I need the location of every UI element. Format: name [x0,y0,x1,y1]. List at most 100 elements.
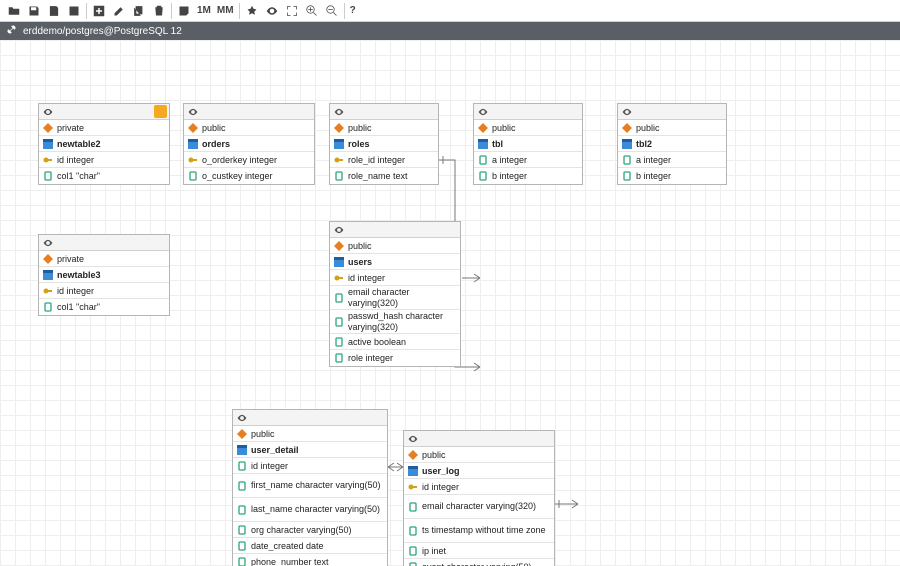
visibility-icon[interactable] [262,1,282,21]
column-row[interactable]: b integer [618,168,726,184]
edit-icon[interactable] [109,1,129,21]
open-icon[interactable] [4,1,24,21]
table-name: roles [348,139,434,149]
table-tbl2[interactable]: publictbl2a integerb integer [617,103,727,185]
column-row[interactable]: id integer [404,479,554,495]
column-label: first_name character varying(50) [251,480,383,490]
save-icon[interactable] [24,1,44,21]
eye-icon[interactable] [43,238,53,248]
eye-icon[interactable] [334,225,344,235]
column-label: id integer [348,273,456,283]
table-name: user_detail [251,445,383,455]
column-label: col1 "char" [57,302,165,312]
column-row[interactable]: ip inet [404,543,554,559]
column-row[interactable]: a integer [618,152,726,168]
separator [239,3,240,19]
eye-icon[interactable] [478,107,488,117]
delete-icon[interactable] [149,1,169,21]
table-header[interactable] [330,104,438,120]
column-row[interactable]: col1 "char" [39,168,169,184]
eye-icon[interactable] [43,107,53,117]
column-row[interactable]: email character varying(320) [330,286,460,310]
note-icon[interactable] [174,1,194,21]
note-icon[interactable] [154,105,167,118]
column-row[interactable]: ts timestamp without time zone [404,519,554,543]
help-button[interactable]: ? [347,1,359,21]
column-row[interactable]: id integer [39,152,169,168]
schema-name: public [202,123,310,133]
copy-icon[interactable] [129,1,149,21]
table-icon [188,139,198,149]
image-icon[interactable] [64,1,84,21]
table-icon [43,139,53,149]
column-row[interactable]: phone_number text [233,554,387,566]
table-header[interactable] [330,222,460,238]
titlebar: erddemo/postgres@PostgreSQL 12 [0,22,900,40]
table-header[interactable] [618,104,726,120]
table-roles[interactable]: publicrolesrole_id integerrole_name text [329,103,439,185]
primary-key-icon [43,155,53,165]
table-header[interactable] [404,431,554,447]
table-name: tbl2 [636,139,722,149]
eye-icon[interactable] [237,413,247,423]
column-row[interactable]: passwd_hash character varying(320) [330,310,460,334]
zoom-out-icon[interactable] [322,1,342,21]
table-newtable2[interactable]: privatenewtable2id integercol1 "char" [38,103,170,185]
column-label: passwd_hash character varying(320) [348,311,456,332]
table-newtable3[interactable]: privatenewtable3id integercol1 "char" [38,234,170,316]
eye-icon[interactable] [188,107,198,117]
zoom-in-icon[interactable] [302,1,322,21]
table-header[interactable] [233,410,387,426]
many-to-many-button[interactable]: MM [214,1,237,21]
column-row[interactable]: a integer [474,152,582,168]
column-row[interactable]: role integer [330,350,460,366]
column-row[interactable]: active boolean [330,334,460,350]
column-icon [408,502,418,512]
export-icon[interactable] [44,1,64,21]
tablename-row: tbl2 [618,136,726,152]
column-icon [237,557,247,566]
eye-icon[interactable] [334,107,344,117]
table-icon [622,139,632,149]
eye-icon[interactable] [408,434,418,444]
column-row[interactable]: first_name character varying(50) [233,474,387,498]
table-header[interactable] [184,104,314,120]
column-row[interactable]: id integer [39,283,169,299]
column-row[interactable]: date_created date [233,538,387,554]
one-to-many-button[interactable]: 1M [194,1,214,21]
primary-key-icon [334,155,344,165]
primary-key-icon [43,286,53,296]
add-icon[interactable] [89,1,109,21]
table-tbl[interactable]: publictbla integerb integer [473,103,583,185]
fit-icon[interactable] [282,1,302,21]
schema-row: public [330,238,460,254]
column-row[interactable]: event character varying(50) [404,559,554,566]
column-row[interactable]: role_id integer [330,152,438,168]
column-row[interactable]: col1 "char" [39,299,169,315]
column-row[interactable]: b integer [474,168,582,184]
column-row[interactable]: o_custkey integer [184,168,314,184]
column-row[interactable]: id integer [330,270,460,286]
column-row[interactable]: email character varying(320) [404,495,554,519]
column-row[interactable]: o_orderkey integer [184,152,314,168]
table-header[interactable] [39,235,169,251]
column-row[interactable]: last_name character varying(50) [233,498,387,522]
schema-icon [43,123,53,133]
table-icon [334,257,344,267]
eye-icon[interactable] [622,107,632,117]
auto-layout-icon[interactable] [242,1,262,21]
table-users[interactable]: publicusersid integeremail character var… [329,221,461,367]
column-row[interactable]: id integer [233,458,387,474]
schema-icon [408,450,418,460]
table-header[interactable] [474,104,582,120]
column-row[interactable]: org character varying(50) [233,522,387,538]
column-label: id integer [251,461,383,471]
schema-row: public [404,447,554,463]
table-header[interactable] [39,104,169,120]
table-user_detail[interactable]: publicuser_detailid integerfirst_name ch… [232,409,388,566]
column-row[interactable]: role_name text [330,168,438,184]
schema-name: public [348,241,456,251]
erd-canvas[interactable]: privatenewtable2id integercol1 "char"pub… [0,40,900,566]
table-orders[interactable]: publicorderso_orderkey integero_custkey … [183,103,315,185]
table-user_log[interactable]: publicuser_logid integeremail character … [403,430,555,566]
